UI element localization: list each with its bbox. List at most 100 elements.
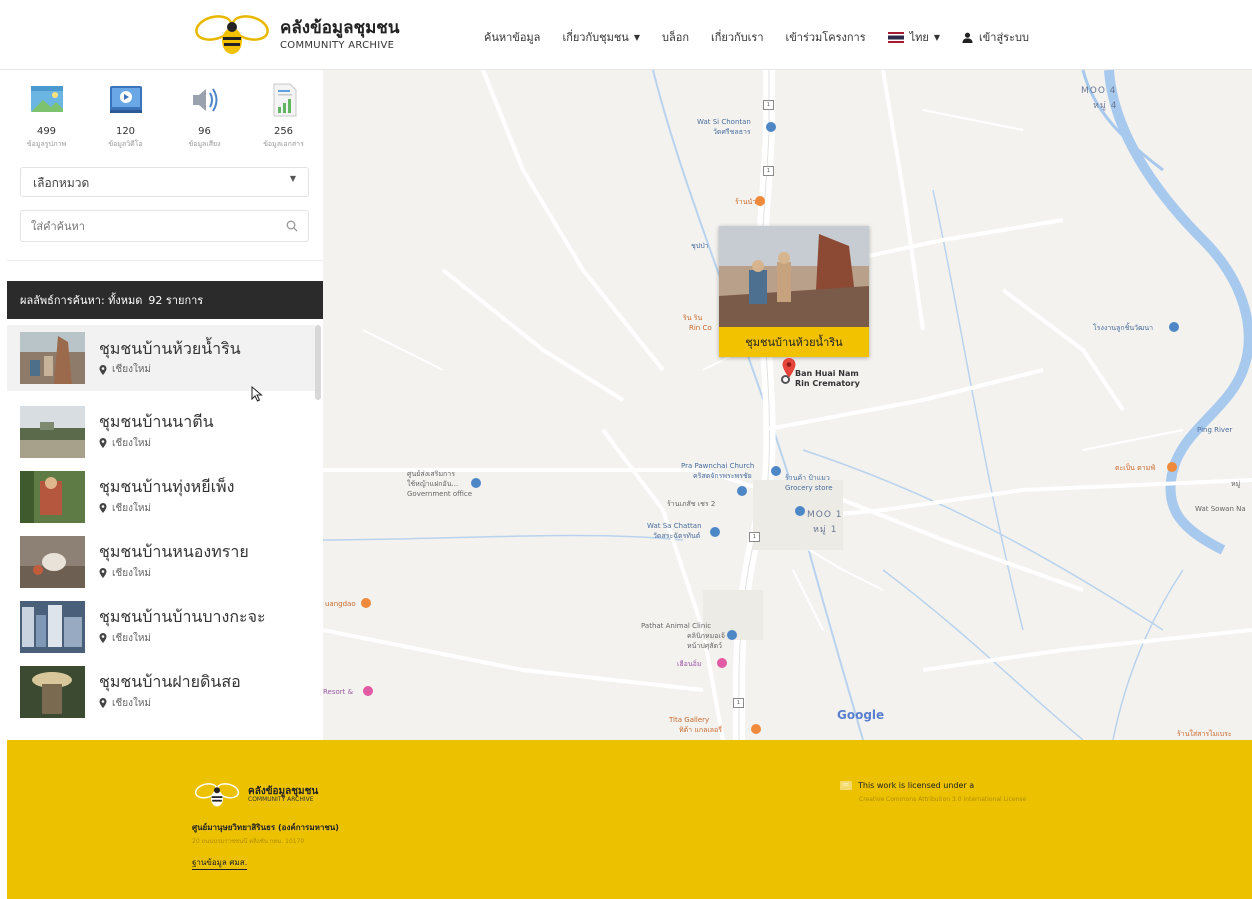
- nav-label: บล็อก: [661, 31, 689, 44]
- list-item[interactable]: ชุมชนบ้านห้วยน้ำริน เชียงใหม่: [7, 325, 315, 391]
- list-item[interactable]: ชุมชนบ้านทุ่งหยีเพ็ง เชียงใหม่: [7, 464, 315, 529]
- map-view[interactable]: MOO 4 หมู่ 4 MOO 1 หมู่ 1 Wat Si Chontan…: [323, 70, 1252, 740]
- map-label: ริน ริน: [683, 314, 703, 322]
- logo-title-th: คลังข้อมูลชุมชน: [280, 18, 400, 39]
- language-selector[interactable]: ไทย ▼: [887, 28, 940, 46]
- road-shield-icon: 1: [749, 532, 760, 542]
- place-marker-icon[interactable]: [751, 724, 761, 734]
- stat-audio[interactable]: 96 ข้อมูลเสียง: [165, 80, 244, 160]
- place-marker-icon[interactable]: [737, 486, 747, 496]
- map-label: คลินิกหมอเจ้: [687, 632, 725, 640]
- footer-logo[interactable]: คลังข้อมูลชุมชน COMMUNITY ARCHIVE: [192, 780, 318, 810]
- footer: คลังข้อมูลชุมชน COMMUNITY ARCHIVE ศูนย์ม…: [7, 740, 1252, 899]
- list-scrollbar[interactable]: [315, 325, 321, 400]
- stat-videos[interactable]: 120 ข้อมูลวิดีโอ: [86, 80, 165, 160]
- nav-label: เข้าร่วมโครงการ: [785, 31, 866, 44]
- map-label: ร้านนำ: [735, 198, 757, 206]
- list-item[interactable]: ชุมชนบ้านหนองทราย เชียงใหม่: [7, 529, 315, 594]
- road-shield-icon: 1: [763, 100, 774, 110]
- community-thumbnail: [20, 332, 85, 384]
- nav-label: เกี่ยวกับเรา: [710, 31, 764, 44]
- list-item[interactable]: ชุมชนบ้านฝายดินสอ เชียงใหม่: [7, 659, 315, 724]
- map-label: ร้านเภสัช เชร 2: [667, 500, 716, 508]
- audio-icon: [192, 88, 217, 112]
- divider: [7, 260, 323, 261]
- stat-count: 120: [115, 126, 136, 137]
- place-marker-icon[interactable]: [766, 122, 776, 132]
- nav-about-community[interactable]: เกี่ยวกับชุมชน ▼: [562, 28, 640, 46]
- item-title: ชุมชนบ้านทุ่งหยีเพ็ง: [99, 477, 235, 497]
- results-header: ผลลัพธ์การค้นหา: ทั้งหมด 92 รายการ: [7, 281, 323, 319]
- place-marker-icon[interactable]: [771, 466, 781, 476]
- stat-documents[interactable]: 256 ข้อมูลเอกสาร: [244, 80, 323, 160]
- stat-label: ข้อมูลวิดีโอ: [108, 140, 143, 148]
- nav-join-project[interactable]: เข้าร่วมโครงการ: [786, 28, 866, 46]
- map-label: Ping River: [1197, 426, 1233, 434]
- map-label: ชุปป่า: [691, 242, 709, 250]
- search-input[interactable]: [31, 219, 286, 233]
- place-marker-icon[interactable]: [727, 630, 737, 640]
- page-root: คลังข้อมูลชุมชน COMMUNITY ARCHIVE ค้นหาข…: [0, 0, 1252, 899]
- item-location: เชียงใหม่: [99, 566, 249, 581]
- community-thumbnail: [20, 535, 85, 588]
- map-label: หมู่ 1: [813, 525, 838, 535]
- place-marker-icon[interactable]: [1169, 322, 1179, 332]
- place-marker-icon[interactable]: [755, 196, 765, 206]
- nav-about-us[interactable]: เกี่ยวกับเรา: [711, 28, 764, 46]
- place-marker-icon[interactable]: [363, 686, 373, 696]
- creative-commons-icon: cc: [840, 781, 852, 790]
- thai-flag-icon: [887, 31, 904, 43]
- popup-title: ชุมชนบ้านห้วยน้ำริน: [719, 327, 869, 357]
- stat-images[interactable]: 499 ข้อมูลรูปภาพ: [7, 80, 86, 160]
- place-marker-icon[interactable]: [710, 527, 720, 537]
- crematory-marker-icon[interactable]: [781, 375, 790, 384]
- caret-down-icon: ▼: [933, 32, 940, 42]
- map-label: ร้านใส่สารไมเบระ: [1177, 730, 1232, 738]
- license-notice: cc This work is licensed under a: [840, 781, 974, 790]
- location-pin-icon: [99, 503, 107, 514]
- place-marker-icon[interactable]: [795, 506, 805, 516]
- place-marker-icon[interactable]: [1167, 462, 1177, 472]
- map-info-popup[interactable]: ชุมชนบ้านห้วยน้ำริน: [719, 226, 869, 357]
- map-label: Rin Co: [689, 324, 712, 332]
- road-shield-icon: 1: [763, 166, 774, 176]
- category-select[interactable]: เลือกหมวด ▼: [20, 167, 309, 197]
- footer-database-link[interactable]: ฐานข้อมูล ศมส.: [192, 856, 248, 870]
- map-label: Wat Si Chontan: [697, 118, 751, 126]
- login-link[interactable]: เข้าสู่ระบบ: [962, 28, 1029, 46]
- login-label: เข้าสู่ระบบ: [979, 31, 1029, 44]
- location-pin-icon: [99, 364, 107, 375]
- nav-search-data[interactable]: ค้นหาข้อมูล: [484, 28, 540, 46]
- marker-label: Ban Huai Nam Rin Crematory: [795, 369, 860, 388]
- map-label: Tita Gallery: [669, 716, 710, 724]
- place-marker-icon[interactable]: [471, 478, 481, 488]
- marker-label-line: Ban Huai Nam: [795, 369, 859, 378]
- sidebar: 499 ข้อมูลรูปภาพ 120 ข้อมูลวิดีโอ 96 ข้อ…: [7, 70, 323, 740]
- map-label: หมู่ 4: [1093, 101, 1118, 111]
- place-marker-icon[interactable]: [361, 598, 371, 608]
- video-icon: [109, 86, 142, 113]
- stat-count: 256: [273, 126, 294, 137]
- license-link[interactable]: Creative Commons Attribution 3.0 Interna…: [859, 796, 1026, 803]
- map-label: ศูนย์ส่งเสริมการ: [407, 470, 455, 478]
- nav-blog[interactable]: บล็อก: [662, 28, 689, 46]
- item-location: เชียงใหม่: [99, 501, 234, 516]
- item-title: ชุมชนบ้านฝายดินสอ: [99, 672, 241, 692]
- list-item[interactable]: ชุมชนบ้านบ้านบางกะจะ เชียงใหม่: [7, 594, 315, 659]
- user-icon: [962, 32, 973, 43]
- map-label: Wat Sa Chattan: [647, 522, 702, 530]
- list-item[interactable]: ชุมชนบ้านนาตีน เชียงใหม่: [7, 399, 315, 464]
- site-logo[interactable]: คลังข้อมูลชุมชน COMMUNITY ARCHIVE: [192, 10, 399, 60]
- google-logo: Google: [837, 708, 885, 722]
- place-marker-icon[interactable]: [717, 658, 727, 668]
- item-title: ชุมชนบ้านห้วยน้ำริน: [99, 338, 241, 358]
- map-label: หมู่: [1231, 480, 1241, 488]
- item-title: ชุมชนบ้านบ้านบางกะจะ: [99, 607, 266, 627]
- location-pin-icon: [99, 568, 107, 579]
- location-pin-icon: [99, 438, 107, 449]
- item-location: เชียงใหม่: [99, 631, 266, 646]
- stat-count: 499: [36, 126, 57, 137]
- item-location-text: เชียงใหม่: [112, 632, 152, 644]
- search-icon[interactable]: [286, 220, 298, 232]
- item-location-text: เชียงใหม่: [112, 502, 152, 514]
